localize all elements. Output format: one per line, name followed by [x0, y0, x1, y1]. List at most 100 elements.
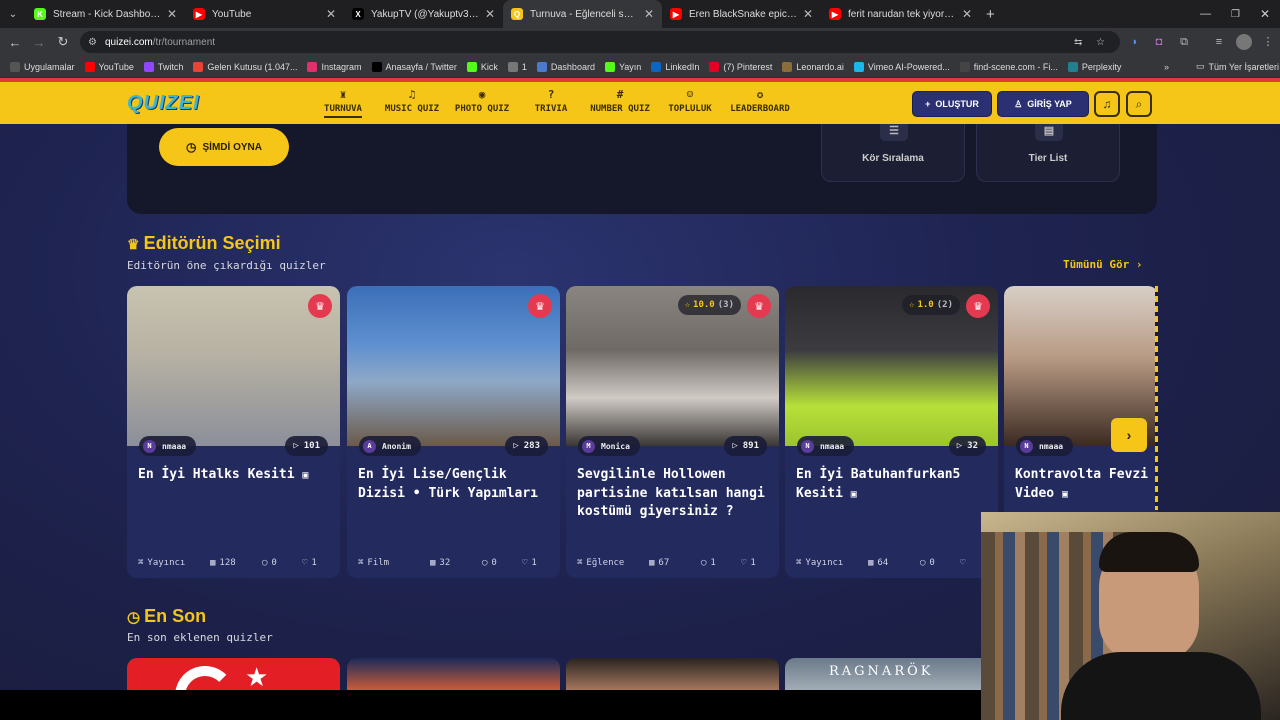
- quiz-title[interactable]: En İyi Batuhanfurkan5 Kesiti ▣: [796, 466, 991, 504]
- nav-item-topluluk[interactable]: ☺ TOPLULUK: [655, 88, 725, 114]
- quiz-title[interactable]: En İyi Htalks Kesiti ▣: [138, 466, 333, 486]
- browser-tab[interactable]: ▶ Eren BlackSnake epic bayılma s ✕: [662, 0, 821, 28]
- author-name: nmaaa: [1039, 441, 1064, 451]
- bookmark-label: LinkedIn: [665, 61, 700, 72]
- media-icon[interactable]: ≡: [1211, 34, 1227, 50]
- heart-icon: ♡: [302, 558, 308, 568]
- bookmark-label: Perplexity: [1081, 61, 1122, 72]
- author-chip[interactable]: A Anonim: [359, 436, 421, 456]
- forward-icon[interactable]: →: [27, 35, 51, 50]
- login-button[interactable]: ♙ GİRİŞ YAP: [997, 91, 1089, 117]
- browser-tab[interactable]: ▶ YouTube ✕: [185, 0, 344, 28]
- mode-blind-ranking[interactable]: ☰ Kör Sıralama: [821, 114, 965, 182]
- bookmark-item[interactable]: Vimeo AI-Powered...: [853, 61, 950, 72]
- quiz-card[interactable]: ♛ A Anonim ▷ 283 En İyi Lise/Gençlik Dizisi •…: [347, 286, 560, 578]
- bookmark-item[interactable]: Gelen Kutusu (1.047...: [193, 61, 297, 72]
- tier-icon: ▤: [1035, 121, 1063, 141]
- browser-menu-icon[interactable]: ⋮: [1260, 34, 1276, 50]
- bookmark-item[interactable]: Leonardo.ai: [782, 61, 844, 72]
- tab-close-icon[interactable]: ✕: [485, 7, 495, 21]
- notification-button[interactable]: ♫: [1094, 91, 1120, 117]
- url-field[interactable]: ⚙ quizei.com/tr/tournament ⇆ ☆: [80, 31, 1120, 53]
- likes-stat[interactable]: ♡: [960, 558, 969, 568]
- close-window-icon[interactable]: ✕: [1260, 7, 1270, 21]
- bookmark-item[interactable]: LinkedIn: [651, 61, 700, 72]
- browser-tab[interactable]: X YakupTV (@Yakuptv34) / X ✕: [344, 0, 503, 28]
- bookmark-item[interactable]: Uygulamalar: [10, 61, 75, 72]
- bookmark-item[interactable]: Anasayfa / Twitter: [371, 61, 457, 72]
- browser-tab[interactable]: Q Turnuva - Eğlenceli seçimler ya ✕: [503, 0, 662, 28]
- mode-tier-list[interactable]: ▤ Tier List: [976, 114, 1120, 182]
- heart-icon: ♡: [741, 558, 747, 568]
- bookmark-item[interactable]: (7) Pinterest: [709, 61, 772, 72]
- profile-avatar[interactable]: [1236, 34, 1252, 50]
- author-chip[interactable]: Nnmaaa: [1016, 436, 1074, 456]
- author-chip[interactable]: Nnmaaa: [139, 436, 197, 456]
- items-stat: ▦ 67: [649, 558, 701, 568]
- tab-close-icon[interactable]: ✕: [803, 7, 813, 21]
- bookmark-item[interactable]: find-scene.com - Fi...: [959, 61, 1058, 72]
- bookmark-item[interactable]: Instagram: [307, 61, 362, 72]
- likes-stat[interactable]: ♡ 1: [741, 558, 756, 568]
- translate-icon[interactable]: ⇆: [1074, 37, 1082, 48]
- crown-badge-icon: ♛: [966, 294, 990, 318]
- reload-icon[interactable]: ↻: [51, 34, 75, 50]
- extension-icon-2[interactable]: ◘: [1151, 34, 1167, 50]
- quiz-title[interactable]: Kontravolta Fevzi İyi Video ▣: [1015, 466, 1158, 504]
- create-button[interactable]: + OLUŞTUR: [912, 91, 992, 117]
- quiz-title[interactable]: En İyi Lise/Gençlik Dizisi • Türk Yapıml…: [358, 466, 553, 503]
- nav-item-turnuva[interactable]: ♜ TURNUVA: [308, 88, 378, 118]
- bookmark-item[interactable]: Kick: [466, 61, 498, 72]
- nav-item-label: NUMBER QUIZ: [590, 104, 650, 114]
- tab-close-icon[interactable]: ✕: [326, 7, 336, 21]
- nav-item-trivia[interactable]: ? TRIVIA: [516, 88, 586, 114]
- more-bookmarks-icon[interactable]: »: [1164, 62, 1169, 72]
- minimize-icon[interactable]: —: [1200, 8, 1211, 20]
- see-all-link[interactable]: Tümünü Gör ›: [1063, 258, 1142, 271]
- new-tab-button[interactable]: +: [986, 6, 995, 23]
- tab-close-icon[interactable]: ✕: [167, 7, 177, 21]
- quiz-card[interactable]: ♛ ☆ 10.0 (3) M Monica ▷ 891 Sevgilinle Hollowen …: [566, 286, 779, 578]
- likes-stat[interactable]: ♡ 1: [522, 558, 537, 568]
- quiz-card[interactable]: ♛ ☆ 1.0 (2) Nnmaaa ▷ 32 En İyi Batuhanfurkan5 K…: [785, 286, 998, 578]
- likes-stat[interactable]: ♡ 1: [302, 558, 317, 568]
- bookmark-item[interactable]: Twitch: [143, 61, 183, 72]
- carousel-next-button[interactable]: ›: [1111, 418, 1147, 452]
- site-info-icon[interactable]: ⚙: [88, 37, 97, 48]
- comment-icon: ◯: [701, 558, 707, 568]
- quiz-card[interactable]: ♛ Nnmaaa ▷ 101 En İyi Htalks Kesiti ▣ ⌘ Yayın…: [127, 286, 340, 578]
- author-name: Anonim: [382, 441, 411, 451]
- bookmark-item[interactable]: 1: [507, 61, 527, 72]
- bookmark-item[interactable]: Dashboard: [536, 61, 595, 72]
- bookmark-star-icon[interactable]: ☆: [1096, 37, 1105, 48]
- quiz-title[interactable]: Sevgilinle Hollowen partisine katılsan h…: [577, 466, 772, 522]
- comments-count: 0: [929, 558, 935, 568]
- search-button[interactable]: ⌕: [1126, 91, 1152, 117]
- site-logo[interactable]: QUIZEI: [127, 92, 200, 115]
- tab-close-icon[interactable]: ✕: [962, 7, 972, 21]
- nav-item-music-quiz[interactable]: ♫ MUSIC QUIZ: [377, 88, 447, 114]
- bookmark-favicon-icon: [193, 61, 204, 72]
- extension-icon-1[interactable]: ◗: [1127, 34, 1143, 50]
- rating-count: (2): [936, 300, 953, 310]
- all-bookmarks[interactable]: ▭ Tüm Yer İşaretleri: [1196, 61, 1279, 72]
- nav-item-number-quiz[interactable]: # NUMBER QUIZ: [585, 88, 655, 114]
- items-count: 128: [219, 558, 236, 568]
- nav-item-leaderboard[interactable]: ✪ LEADERBOARD: [725, 88, 795, 114]
- back-icon[interactable]: ←: [3, 35, 27, 50]
- bookmark-item[interactable]: YouTube: [84, 61, 134, 72]
- bookmark-item[interactable]: Perplexity: [1067, 61, 1122, 72]
- browser-tab[interactable]: K Stream - Kick Dashboard ✕: [26, 0, 185, 28]
- tab-close-icon[interactable]: ✕: [644, 7, 654, 21]
- author-chip[interactable]: M Monica: [578, 436, 640, 456]
- author-chip[interactable]: Nnmaaa: [797, 436, 855, 456]
- author-name: nmaaa: [162, 441, 187, 451]
- nav-item-photo-quiz[interactable]: ◉ PHOTO QUIZ: [447, 88, 517, 114]
- maximize-icon[interactable]: ❐: [1231, 9, 1240, 20]
- extensions-puzzle-icon[interactable]: ⧉: [1176, 34, 1192, 50]
- browser-tab[interactable]: ▶ ferit narudan tek yiyor naru fer ✕: [821, 0, 980, 28]
- tab-favicon-icon: ▶: [670, 8, 682, 20]
- bookmark-item[interactable]: Yayın: [604, 61, 641, 72]
- tab-search-icon[interactable]: ⌄: [0, 9, 26, 20]
- play-now-button[interactable]: ◷ ŞİMDİ OYNA: [159, 128, 289, 166]
